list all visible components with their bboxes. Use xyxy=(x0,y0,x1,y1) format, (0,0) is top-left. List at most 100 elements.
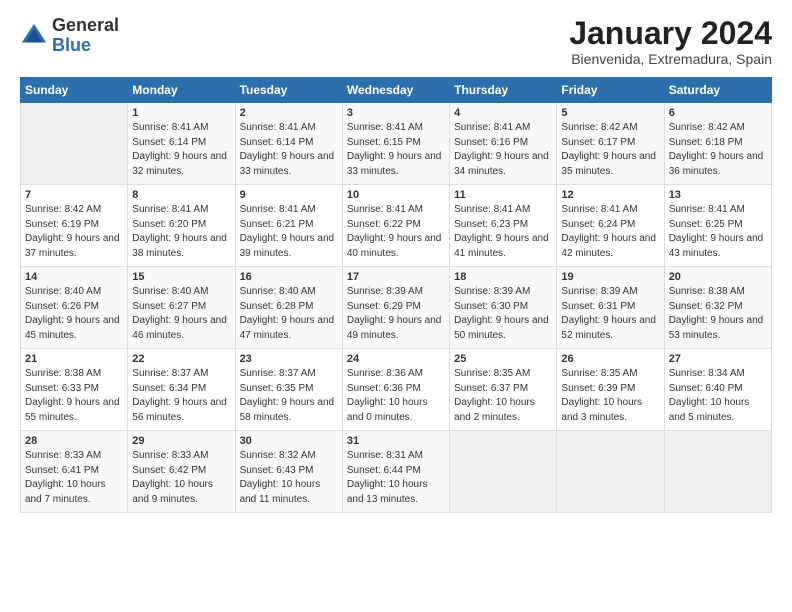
day-detail: Sunrise: 8:39 AMSunset: 6:30 PMDaylight:… xyxy=(454,285,552,343)
calendar-cell: 15 Sunrise: 8:40 AMSunset: 6:27 PMDayligh… xyxy=(128,267,235,349)
day-header-sunday: Sunday xyxy=(21,78,128,103)
calendar-cell: 14 Sunrise: 8:40 AMSunset: 6:26 PMDayligh… xyxy=(21,267,128,349)
day-detail: Sunrise: 8:41 AMSunset: 6:24 PMDaylight:… xyxy=(561,203,659,261)
calendar-cell: 29Sunrise: 8:33 AMSunset: 6:42 PMDayligh… xyxy=(128,431,235,513)
calendar-cell: 3 Sunrise: 8:41 AMSunset: 6:15 PMDaylight… xyxy=(342,103,449,185)
day-header-thursday: Thursday xyxy=(450,78,557,103)
day-detail: Sunrise: 8:39 AMSunset: 6:29 PMDaylight:… xyxy=(347,285,445,343)
calendar-cell: 2 Sunrise: 8:41 AMSunset: 6:14 PMDaylight… xyxy=(235,103,342,185)
day-detail: Sunrise: 8:35 AMSunset: 6:37 PMDaylight:… xyxy=(454,367,552,425)
day-number: 12 xyxy=(561,189,659,201)
day-detail: Sunrise: 8:41 AMSunset: 6:16 PMDaylight:… xyxy=(454,121,552,179)
day-number: 13 xyxy=(669,189,767,201)
calendar-table: SundayMondayTuesdayWednesdayThursdayFrid… xyxy=(20,77,772,513)
calendar-cell xyxy=(557,431,664,513)
calendar-cell: 17Sunrise: 8:39 AMSunset: 6:29 PMDayligh… xyxy=(342,267,449,349)
calendar-cell: 10Sunrise: 8:41 AMSunset: 6:22 PMDayligh… xyxy=(342,185,449,267)
day-detail: Sunrise: 8:37 AMSunset: 6:34 PMDaylight:… xyxy=(132,367,230,425)
calendar-page: General Blue January 2024 Bienvenida, Ex… xyxy=(0,0,792,612)
day-detail: Sunrise: 8:40 AMSunset: 6:28 PMDaylight:… xyxy=(240,285,338,343)
calendar-cell xyxy=(450,431,557,513)
day-detail: Sunrise: 8:31 AMSunset: 6:44 PMDaylight:… xyxy=(347,449,445,507)
calendar-cell: 21 Sunrise: 8:38 AMSunset: 6:33 PMDayligh… xyxy=(21,349,128,431)
calendar-cell: 19Sunrise: 8:39 AMSunset: 6:31 PMDayligh… xyxy=(557,267,664,349)
day-number: 16 xyxy=(240,271,338,283)
day-detail: Sunrise: 8:37 AMSunset: 6:35 PMDaylight:… xyxy=(240,367,338,425)
day-number: 24 xyxy=(347,353,445,365)
day-number: 22 xyxy=(132,353,230,365)
day-detail: Sunrise: 8:41 AMSunset: 6:15 PMDaylight:… xyxy=(347,121,445,179)
day-detail: Sunrise: 8:41 AMSunset: 6:25 PMDaylight:… xyxy=(669,203,767,261)
day-header-row: SundayMondayTuesdayWednesdayThursdayFrid… xyxy=(21,78,772,103)
day-number: 30 xyxy=(240,435,338,447)
calendar-cell: 30 Sunrise: 8:32 AMSunset: 6:43 PMDayligh… xyxy=(235,431,342,513)
calendar-cell: 4 Sunrise: 8:41 AMSunset: 6:16 PMDaylight… xyxy=(450,103,557,185)
calendar-cell xyxy=(664,431,771,513)
day-detail: Sunrise: 8:35 AMSunset: 6:39 PMDaylight:… xyxy=(561,367,659,425)
day-detail: Sunrise: 8:41 AMSunset: 6:14 PMDaylight:… xyxy=(132,121,230,179)
calendar-cell: 8 Sunrise: 8:41 AMSunset: 6:20 PMDaylight… xyxy=(128,185,235,267)
logo: General Blue xyxy=(20,16,119,56)
calendar-cell: 7 Sunrise: 8:42 AMSunset: 6:19 PMDaylight… xyxy=(21,185,128,267)
calendar-cell: 23 Sunrise: 8:37 AMSunset: 6:35 PMDayligh… xyxy=(235,349,342,431)
day-detail: Sunrise: 8:32 AMSunset: 6:43 PMDaylight:… xyxy=(240,449,338,507)
calendar-cell: 9Sunrise: 8:41 AMSunset: 6:21 PMDaylight… xyxy=(235,185,342,267)
calendar-week-row: 28 Sunrise: 8:33 AMSunset: 6:41 PMDayligh… xyxy=(21,431,772,513)
day-number: 29 xyxy=(132,435,230,447)
day-number: 2 xyxy=(240,107,338,119)
day-number: 18 xyxy=(454,271,552,283)
calendar-cell: 26 Sunrise: 8:35 AMSunset: 6:39 PMDayligh… xyxy=(557,349,664,431)
calendar-cell: 16 Sunrise: 8:40 AMSunset: 6:28 PMDayligh… xyxy=(235,267,342,349)
calendar-body: 1 Sunrise: 8:41 AMSunset: 6:14 PMDaylight… xyxy=(21,103,772,513)
day-detail: Sunrise: 8:38 AMSunset: 6:32 PMDaylight:… xyxy=(669,285,767,343)
calendar-cell: 11 Sunrise: 8:41 AMSunset: 6:23 PMDayligh… xyxy=(450,185,557,267)
day-number: 28 xyxy=(25,435,123,447)
day-number: 8 xyxy=(132,189,230,201)
logo-icon xyxy=(20,22,48,50)
day-header-monday: Monday xyxy=(128,78,235,103)
day-number: 19 xyxy=(561,271,659,283)
day-number: 23 xyxy=(240,353,338,365)
day-detail: Sunrise: 8:42 AMSunset: 6:19 PMDaylight:… xyxy=(25,203,123,261)
day-detail: Sunrise: 8:38 AMSunset: 6:33 PMDaylight:… xyxy=(25,367,123,425)
day-number: 11 xyxy=(454,189,552,201)
calendar-header: SundayMondayTuesdayWednesdayThursdayFrid… xyxy=(21,78,772,103)
day-number: 1 xyxy=(132,107,230,119)
calendar-cell: 24 Sunrise: 8:36 AMSunset: 6:36 PMDayligh… xyxy=(342,349,449,431)
day-header-tuesday: Tuesday xyxy=(235,78,342,103)
month-title: January 2024 xyxy=(569,16,772,51)
day-detail: Sunrise: 8:40 AMSunset: 6:27 PMDaylight:… xyxy=(132,285,230,343)
day-detail: Sunrise: 8:36 AMSunset: 6:36 PMDaylight:… xyxy=(347,367,445,425)
calendar-week-row: 21 Sunrise: 8:38 AMSunset: 6:33 PMDayligh… xyxy=(21,349,772,431)
day-number: 3 xyxy=(347,107,445,119)
header: General Blue January 2024 Bienvenida, Ex… xyxy=(20,16,772,67)
calendar-week-row: 14 Sunrise: 8:40 AMSunset: 6:26 PMDayligh… xyxy=(21,267,772,349)
calendar-cell xyxy=(21,103,128,185)
day-detail: Sunrise: 8:41 AMSunset: 6:20 PMDaylight:… xyxy=(132,203,230,261)
day-number: 9 xyxy=(240,189,338,201)
calendar-cell: 27Sunrise: 8:34 AMSunset: 6:40 PMDayligh… xyxy=(664,349,771,431)
day-detail: Sunrise: 8:41 AMSunset: 6:23 PMDaylight:… xyxy=(454,203,552,261)
day-number: 15 xyxy=(132,271,230,283)
day-number: 4 xyxy=(454,107,552,119)
calendar-cell: 20Sunrise: 8:38 AMSunset: 6:32 PMDayligh… xyxy=(664,267,771,349)
day-header-saturday: Saturday xyxy=(664,78,771,103)
day-number: 25 xyxy=(454,353,552,365)
calendar-cell: 1 Sunrise: 8:41 AMSunset: 6:14 PMDaylight… xyxy=(128,103,235,185)
day-detail: Sunrise: 8:40 AMSunset: 6:26 PMDaylight:… xyxy=(25,285,123,343)
day-number: 14 xyxy=(25,271,123,283)
day-detail: Sunrise: 8:33 AMSunset: 6:41 PMDaylight:… xyxy=(25,449,123,507)
day-number: 7 xyxy=(25,189,123,201)
calendar-week-row: 7 Sunrise: 8:42 AMSunset: 6:19 PMDaylight… xyxy=(21,185,772,267)
day-header-wednesday: Wednesday xyxy=(342,78,449,103)
day-number: 26 xyxy=(561,353,659,365)
calendar-cell: 12 Sunrise: 8:41 AMSunset: 6:24 PMDayligh… xyxy=(557,185,664,267)
calendar-cell: 5Sunrise: 8:42 AMSunset: 6:17 PMDaylight… xyxy=(557,103,664,185)
day-detail: Sunrise: 8:42 AMSunset: 6:17 PMDaylight:… xyxy=(561,121,659,179)
day-number: 21 xyxy=(25,353,123,365)
day-detail: Sunrise: 8:42 AMSunset: 6:18 PMDaylight:… xyxy=(669,121,767,179)
day-detail: Sunrise: 8:41 AMSunset: 6:14 PMDaylight:… xyxy=(240,121,338,179)
logo-general-text: General xyxy=(52,15,119,35)
logo-blue-text: Blue xyxy=(52,35,91,55)
calendar-cell: 18 Sunrise: 8:39 AMSunset: 6:30 PMDayligh… xyxy=(450,267,557,349)
